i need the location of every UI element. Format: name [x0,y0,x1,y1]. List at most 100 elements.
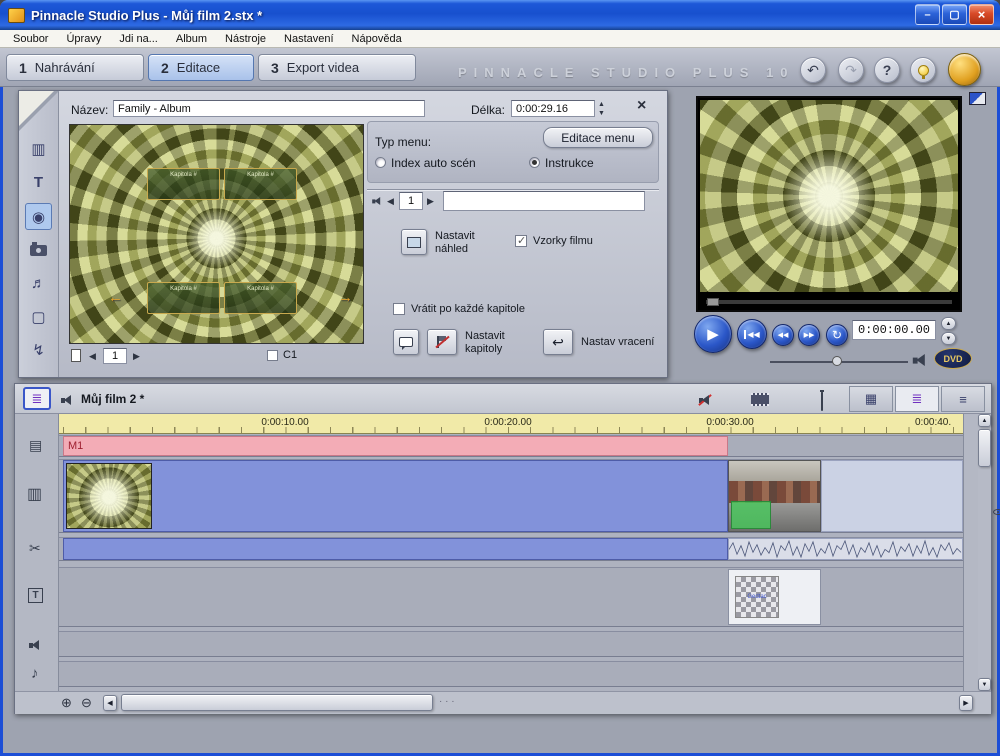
film-frame-icon[interactable] [751,393,769,406]
length-down-icon[interactable]: ▼ [598,110,605,117]
tab-export-videa[interactable]: 3 Export videa [258,54,416,81]
set-thumbnail-button[interactable] [401,229,427,255]
set-return-button[interactable]: ↩ [543,329,573,355]
time-ruler[interactable]: 0:00 0:00:10.00 0:00:20.00 0:00:30.00 0:… [15,414,978,434]
mute-icon[interactable] [699,394,711,406]
zoom-in-icon[interactable]: ⊕ [61,695,72,711]
redo-button[interactable]: ↷ [838,57,864,83]
length-up-icon[interactable]: ▲ [598,101,605,108]
tips-button[interactable] [910,57,936,83]
menu-napoveda[interactable]: Nápověda [343,31,411,47]
counter-up-button[interactable]: ▲ [941,317,956,330]
fx-track-row[interactable] [59,631,963,657]
comment-button[interactable] [393,329,419,355]
audio-track-icon[interactable]: ✂ [29,540,41,557]
speaker-icon[interactable] [913,353,927,367]
tab-editace[interactable]: 2 Editace [148,54,254,81]
return-after-chapter-checkbox[interactable] [393,303,405,315]
chapter-button[interactable]: Kapitola # [224,282,297,314]
video-clip-menu[interactable] [63,460,728,532]
dvd-badge[interactable]: DVD [934,348,972,369]
chapter-button[interactable]: Kapitola # [224,168,297,200]
chapter-next-icon[interactable]: ▶ [427,197,434,206]
video-clip-photo[interactable] [728,460,821,532]
chapter-button[interactable]: Kapitola # [147,282,220,314]
text-view-button[interactable]: ≡ [941,386,985,412]
trash-icon[interactable] [821,392,823,411]
music-track-icon[interactable]: ♪ [31,665,39,682]
menu-upravy[interactable]: Úpravy [57,31,110,47]
title-track-row[interactable] [59,567,963,627]
close-toolbox-button[interactable]: × [637,97,646,115]
tab-nahravani[interactable]: 1 Nahrávání [6,54,144,81]
tool-smartmovie-icon[interactable]: ♬ [25,270,52,297]
play-button[interactable]: ▶ [694,315,732,353]
music-track-row[interactable] [59,661,963,687]
volume-slider-thumb[interactable] [832,356,842,366]
menu-prev-arrow-icon[interactable]: ← [108,289,123,306]
menu-preview[interactable]: Kapitola # Kapitola # Kapitola # Kapitol… [69,124,364,344]
vertical-scroll-thumb[interactable] [978,429,991,467]
tool-scenes-icon[interactable]: ▥ [25,135,52,162]
zoom-out-icon[interactable]: ⊖ [81,695,92,711]
scroll-right-button[interactable]: ▶ [959,695,973,711]
audio-clip-waveform[interactable] [728,538,963,560]
tool-titles-icon[interactable]: T [25,169,52,196]
scroll-left-button[interactable]: ◀ [103,695,117,711]
horizontal-scroll-thumb[interactable] [121,694,433,711]
edit-menu-button[interactable]: Editace menu [543,127,653,148]
title-track-icon[interactable]: T [28,588,43,603]
instructions-radio[interactable] [529,157,540,168]
tool-pip-icon[interactable]: ▢ [25,303,52,330]
close-button[interactable]: × [969,4,994,25]
counter-down-button[interactable]: ▼ [941,332,956,345]
scroll-up-button[interactable]: ▲ [978,414,991,427]
video-track-icon[interactable]: ▥ [27,484,42,504]
menu-jdi-na[interactable]: Jdi na... [110,31,167,47]
page-number-box[interactable]: 1 [103,348,127,364]
chapter-number-box[interactable]: 1 [399,192,423,210]
menu-nastroje[interactable]: Nástroje [216,31,275,47]
remove-chapter-button[interactable] [427,329,457,355]
help-button[interactable]: ? [874,57,900,83]
tool-frame-grab-icon[interactable] [25,237,52,264]
menu-nastaveni[interactable]: Nastavení [275,31,343,47]
menu-next-arrow-icon[interactable]: → [338,289,353,306]
scroll-down-button[interactable]: ▼ [978,678,991,691]
menu-name-input[interactable] [113,100,425,117]
menu-soubor[interactable]: Soubor [4,31,57,47]
tool-audio-icon[interactable]: ↯ [25,336,52,363]
chapter-button[interactable]: Kapitola # [147,168,220,200]
vertical-scrollbar[interactable]: ▲ ▼ [978,414,991,691]
page-fold-corner[interactable] [19,91,54,126]
motion-thumbnails-checkbox[interactable] [515,235,527,247]
frame-back-button[interactable]: ◀◀ [772,324,794,346]
title-bar[interactable]: Pinnacle Studio Plus - Můj film 2.stx * … [0,0,1000,30]
menu-album[interactable]: Album [167,31,216,47]
title-clip[interactable]: Gedtac [728,569,821,625]
scrubber-track[interactable] [706,300,952,304]
length-input[interactable] [511,100,595,117]
fx-track-icon[interactable] [29,639,41,651]
chapter-prev-icon[interactable]: ◀ [387,197,394,206]
video-clip-tail[interactable] [821,460,963,532]
c1-checkbox[interactable] [267,350,278,361]
page-next-icon[interactable]: ▶ [133,352,140,361]
loop-button[interactable]: ↻ [826,324,848,346]
menu-clip[interactable]: M1 [63,436,728,456]
page-prev-icon[interactable]: ◀ [89,352,96,361]
timeline-view-button[interactable]: ≣ [895,386,939,412]
current-view-icon[interactable]: ≣ [23,387,51,410]
chapter-title-input[interactable] [443,191,645,211]
storyboard-view-button[interactable]: ▦ [849,386,893,412]
minimize-button[interactable]: – [915,4,940,25]
player-mode-toggle[interactable] [969,92,986,105]
frame-forward-button[interactable]: ▶▶ [798,324,820,346]
premium-offers-button[interactable] [948,53,981,86]
auto-scene-index-radio[interactable] [375,157,386,168]
undo-button[interactable]: ↶ [800,57,826,83]
audio-clip-menu[interactable] [63,538,728,560]
video-visibility-icon[interactable] [993,509,1000,515]
menu-track-icon[interactable]: ▤ [29,437,42,454]
maximize-button[interactable]: ▢ [942,4,967,25]
